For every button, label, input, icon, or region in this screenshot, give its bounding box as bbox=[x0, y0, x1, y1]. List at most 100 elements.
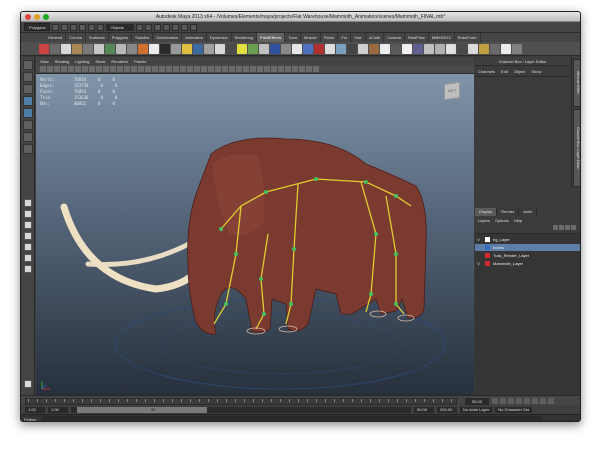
shelf-tab[interactable]: Hair bbox=[351, 33, 366, 42]
panel-toolbar-icon[interactable] bbox=[75, 66, 81, 72]
persp-graph-layout-icon[interactable] bbox=[24, 232, 32, 240]
go-to-end-icon[interactable] bbox=[548, 398, 554, 404]
layer-menu-item[interactable]: Layers bbox=[478, 218, 490, 223]
shelf-tool-icon[interactable] bbox=[413, 43, 423, 54]
current-frame-field[interactable]: 55.00 bbox=[465, 398, 489, 405]
panel-toolbar-icon[interactable] bbox=[138, 66, 144, 72]
panel-toolbar-icon[interactable] bbox=[201, 66, 207, 72]
panel-toolbar-icon[interactable] bbox=[243, 66, 249, 72]
channel-box-menu-item[interactable]: Edit bbox=[501, 69, 508, 74]
shelf-tool-icon[interactable] bbox=[193, 43, 203, 54]
move-tool-icon[interactable] bbox=[23, 96, 33, 106]
select-by-object-icon[interactable] bbox=[88, 23, 96, 31]
shelf-tool-icon[interactable] bbox=[50, 43, 60, 54]
shelf-tool-icon[interactable] bbox=[259, 43, 269, 54]
shelf-tab[interactable]: Rendering bbox=[232, 33, 258, 42]
panel-toolbar-icon[interactable] bbox=[257, 66, 263, 72]
command-language-label[interactable]: Python bbox=[24, 417, 36, 422]
panel-toolbar-icon[interactable] bbox=[271, 66, 277, 72]
panel-menu-item[interactable]: Shading bbox=[55, 59, 70, 64]
shelf-tool-icon[interactable] bbox=[292, 43, 302, 54]
lasso-tool-icon[interactable] bbox=[23, 72, 33, 82]
shelf-tab[interactable]: Deformation bbox=[153, 33, 183, 42]
shelf-tool-icon[interactable] bbox=[358, 43, 368, 54]
shelf-tool-icon[interactable] bbox=[182, 43, 192, 54]
shelf-tool-icon[interactable] bbox=[138, 43, 148, 54]
shelf-tool-icon[interactable] bbox=[325, 43, 335, 54]
shelf-tab[interactable]: MMM2013 bbox=[429, 33, 455, 42]
shelf-tool-icon[interactable] bbox=[149, 43, 159, 54]
shelf-tab[interactable]: Curves bbox=[66, 33, 86, 42]
persp-outliner-layout-icon[interactable] bbox=[24, 221, 32, 229]
shelf-tab[interactable]: Fur bbox=[338, 33, 352, 42]
panel-toolbar-icon[interactable] bbox=[131, 66, 137, 72]
panel-toolbar-icon[interactable] bbox=[110, 66, 116, 72]
shelf-tool-icon[interactable] bbox=[336, 43, 346, 54]
shelf-tab[interactable]: Toon bbox=[285, 33, 301, 42]
single-perspective-layout-icon[interactable] bbox=[24, 199, 32, 207]
panel-toolbar-icon[interactable] bbox=[61, 66, 67, 72]
layer-name[interactable]: Tusk_Render_Layer bbox=[493, 253, 529, 258]
new-scene-icon[interactable] bbox=[52, 23, 60, 31]
shelf-tool-icon[interactable] bbox=[391, 43, 401, 54]
panel-toolbar-icon[interactable] bbox=[89, 66, 95, 72]
panel-toolbar-icon[interactable] bbox=[229, 66, 235, 72]
snap-point-icon[interactable] bbox=[154, 23, 162, 31]
shelf-tool-icon[interactable] bbox=[303, 43, 313, 54]
shelf-tool-icon[interactable] bbox=[512, 43, 522, 54]
channel-box-menu-item[interactable]: Object bbox=[514, 69, 526, 74]
shelf-tab[interactable]: Muscle bbox=[301, 33, 321, 42]
shelf-tool-icon[interactable] bbox=[435, 43, 445, 54]
shelf-tool-icon[interactable] bbox=[127, 43, 137, 54]
panel-toolbar-icon[interactable] bbox=[166, 66, 172, 72]
shelf-tool-icon[interactable] bbox=[72, 43, 82, 54]
panel-toolbar-icon[interactable] bbox=[40, 66, 46, 72]
shelf-tool-icon[interactable] bbox=[347, 43, 357, 54]
select-by-hierarchy-icon[interactable] bbox=[79, 23, 87, 31]
panel-toolbar-icon[interactable] bbox=[159, 66, 165, 72]
scale-tool-icon[interactable] bbox=[23, 120, 33, 130]
layer-name[interactable]: bones bbox=[493, 245, 504, 250]
new-layer-icon[interactable] bbox=[565, 225, 570, 230]
range-handle[interactable]: 50 bbox=[77, 406, 207, 413]
shelf-tool-icon[interactable] bbox=[204, 43, 214, 54]
layer-row[interactable]: Vrig_Layer bbox=[475, 236, 580, 243]
shelf-tab[interactable]: Fluids bbox=[321, 33, 339, 42]
layer-color-swatch[interactable] bbox=[485, 253, 490, 258]
ipr-render-icon[interactable] bbox=[181, 23, 189, 31]
panel-menu-item[interactable]: Show bbox=[95, 59, 105, 64]
go-to-start-icon[interactable] bbox=[492, 398, 498, 404]
selection-mask-field[interactable]: Objects bbox=[106, 23, 135, 31]
shelf-tool-icon[interactable] bbox=[237, 43, 247, 54]
layer-menu-item[interactable]: Help bbox=[514, 218, 522, 223]
animation-end-field[interactable]: 200.00 bbox=[437, 406, 457, 413]
shelf-tool-icon[interactable] bbox=[39, 43, 49, 54]
panel-toolbar-icon[interactable] bbox=[222, 66, 228, 72]
panel-menu-item[interactable]: View bbox=[40, 59, 49, 64]
panel-toolbar-icon[interactable] bbox=[96, 66, 102, 72]
panel-toolbar-icon[interactable] bbox=[236, 66, 242, 72]
four-view-layout-icon[interactable] bbox=[24, 210, 32, 218]
panel-toolbar-icon[interactable] bbox=[215, 66, 221, 72]
shelf-tab[interactable]: Animation bbox=[182, 33, 207, 42]
paint-select-tool-icon[interactable] bbox=[23, 84, 33, 94]
panel-toolbar-icon[interactable] bbox=[285, 66, 291, 72]
play-forwards-icon[interactable] bbox=[524, 398, 530, 404]
panel-toolbar-icon[interactable] bbox=[264, 66, 270, 72]
move-layer-down-icon[interactable] bbox=[559, 225, 564, 230]
step-forward-key-icon[interactable] bbox=[540, 398, 546, 404]
perspective-viewport[interactable]: Verts: 76834 0 0 Edges: 153728 0 0 Faces: 76854 0 0… bbox=[36, 74, 474, 395]
panel-menu-item[interactable]: Renderer bbox=[111, 59, 128, 64]
panel-toolbar-icon[interactable] bbox=[82, 66, 88, 72]
shelf-tab[interactable]: General bbox=[45, 33, 67, 42]
shelf-tool-icon[interactable] bbox=[380, 43, 390, 54]
layer-tab[interactable]: Anim bbox=[519, 208, 538, 216]
command-input[interactable] bbox=[42, 416, 543, 421]
layer-visibility-toggle[interactable]: V bbox=[475, 261, 482, 266]
shelf-tool-icon[interactable] bbox=[314, 43, 324, 54]
panel-toolbar-icon[interactable] bbox=[145, 66, 151, 72]
channel-box-body[interactable] bbox=[475, 76, 570, 205]
panel-toolbar-icon[interactable] bbox=[278, 66, 284, 72]
move-layer-up-icon[interactable] bbox=[553, 225, 558, 230]
shelf-tool-icon[interactable] bbox=[369, 43, 379, 54]
